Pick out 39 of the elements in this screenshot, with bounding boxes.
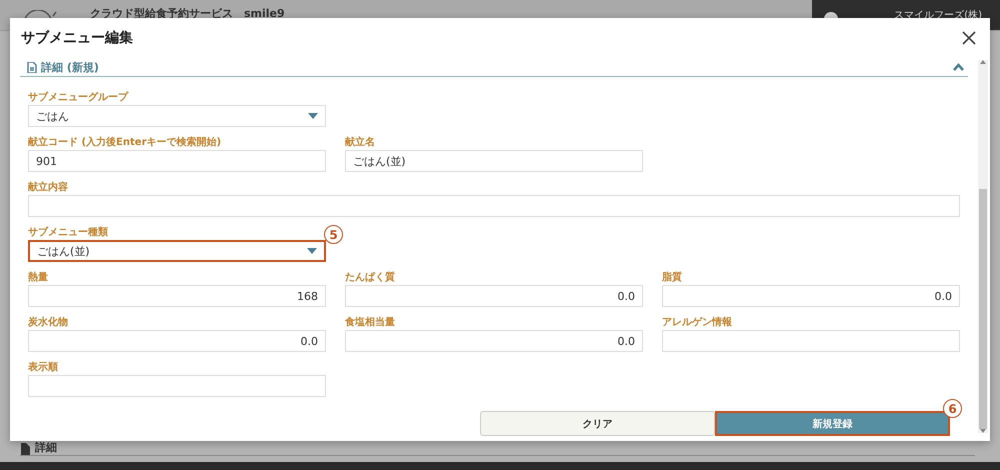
input-field[interactable] [28,195,960,217]
field-label: 炭水化物 [28,316,69,329]
input-field[interactable]: 0.0 [662,285,960,307]
step-number: 5 [324,225,343,244]
input-field[interactable] [662,330,960,352]
input-field[interactable]: 0.0 [345,285,643,307]
dropdown-arrow-icon [307,248,317,254]
input-field[interactable] [28,375,326,397]
input-field[interactable]: 168 [28,285,326,307]
input-field[interactable]: 901 [28,150,326,172]
dropdown[interactable]: ごはん [28,105,326,127]
input-field[interactable]: ごはん(並) [345,150,643,172]
section-title: 詳細 [35,440,57,455]
scrollbar[interactable] [978,60,988,433]
document-icon [27,62,37,72]
register-button[interactable]: 新規登録 [715,411,950,436]
field-label: サブメニュー種類 [28,226,109,239]
field-label: 食塩相当量 [345,316,396,329]
input-field[interactable]: 0.0 [345,330,643,352]
field-label: アレルゲン情報 [662,316,733,329]
field-label: 献立内容 [28,181,69,194]
field-label: 表示順 [28,361,59,374]
section-title: 詳細 (新規) [41,60,99,74]
scroll-up-icon[interactable] [980,60,986,64]
dropdown[interactable]: ごはん(並) [28,240,326,262]
field-label: サブメニューグループ [28,91,130,104]
input-field[interactable]: 0.0 [28,330,326,352]
collapse-icon[interactable] [953,63,964,71]
dropdown-arrow-icon [308,113,318,119]
field-label: たんぱく質 [345,271,396,284]
clear-button[interactable]: クリア [480,411,715,436]
field-label: 献立名 [345,136,376,149]
close-button[interactable] [960,29,978,47]
field-label: 脂質 [662,271,683,284]
step-number: 6 [943,399,962,418]
dialog-title: サブメニュー編集 [21,29,133,47]
field-label: 熱量 [28,271,49,284]
document-icon [20,443,31,455]
field-label: 献立コード (入力後Enterキーで検索開始) [28,136,222,149]
